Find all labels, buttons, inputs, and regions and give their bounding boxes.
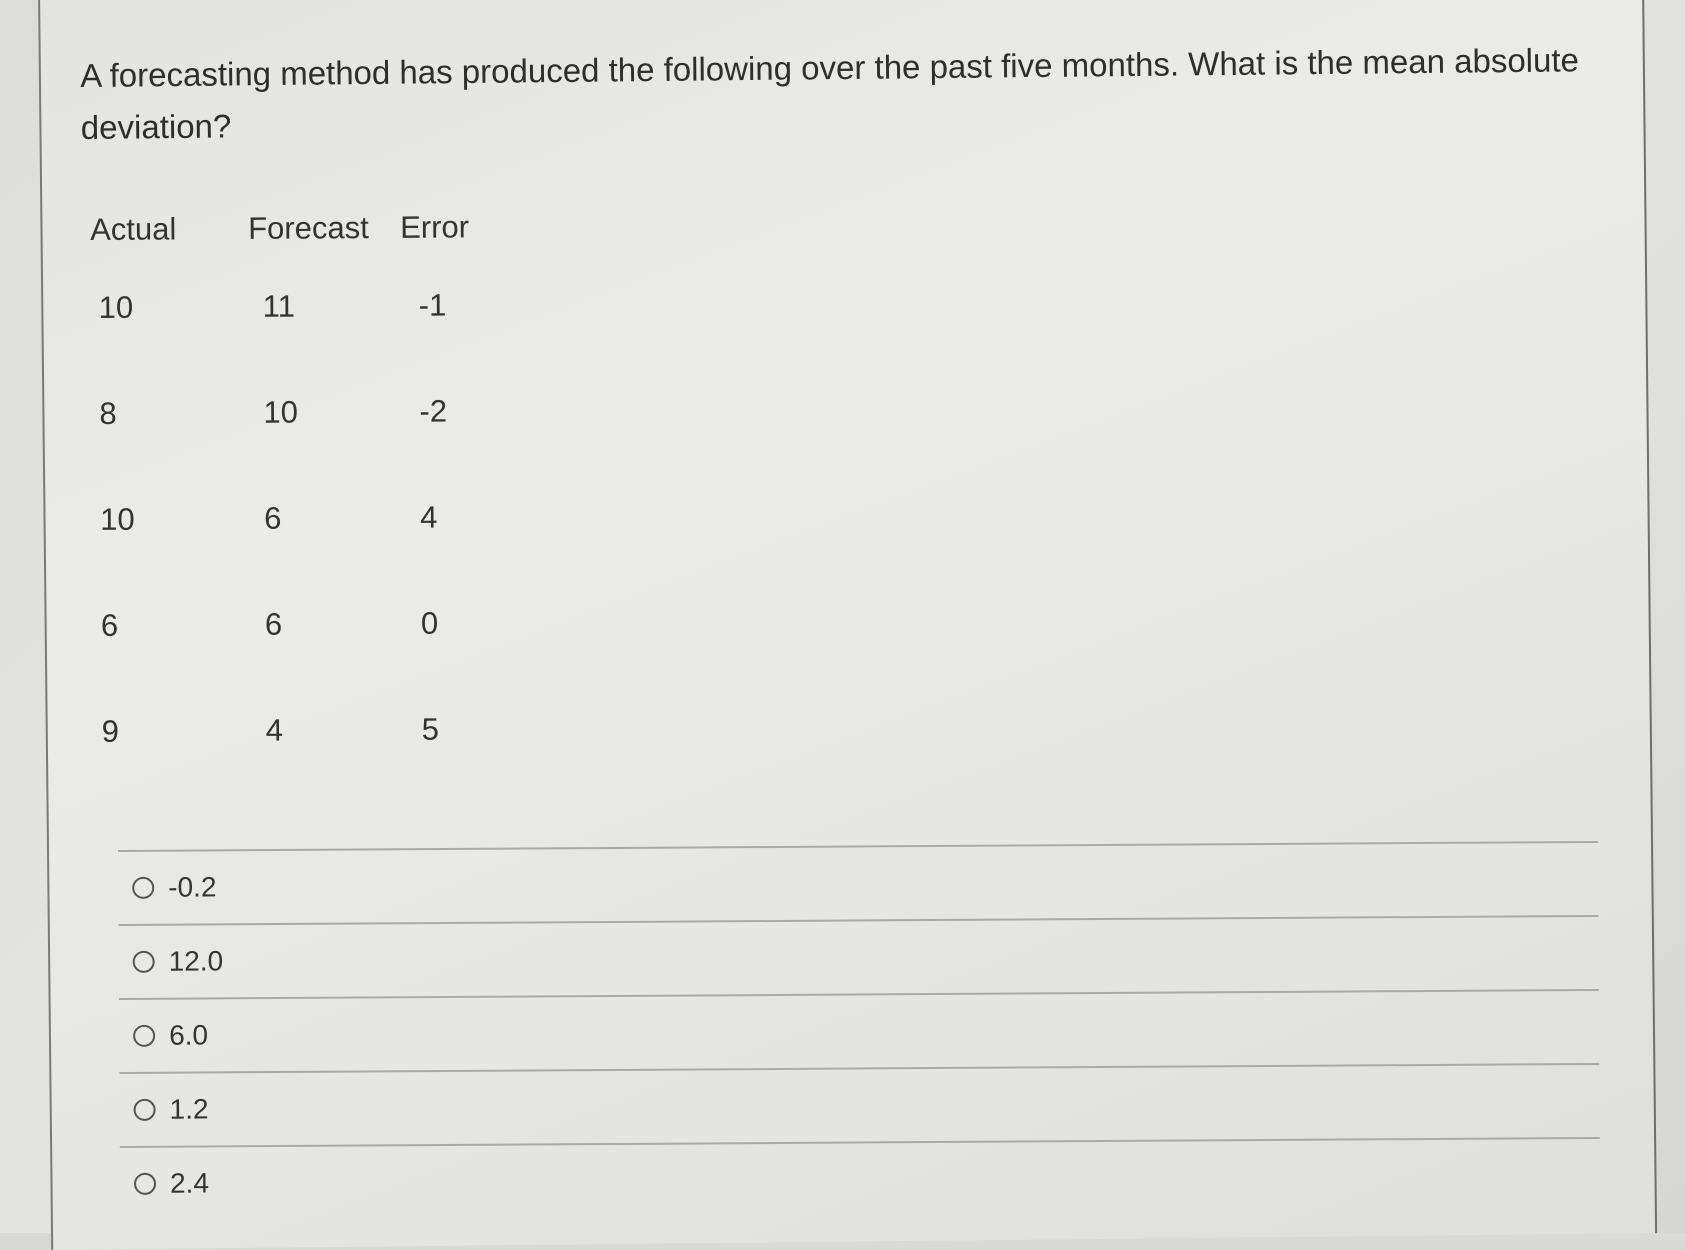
radio-button-icon[interactable] bbox=[133, 1172, 157, 1195]
option-label[interactable]: 2.4 bbox=[170, 1167, 209, 1199]
table-row: 10 11 -1 bbox=[90, 252, 501, 361]
answer-option[interactable]: 1.2 bbox=[119, 1065, 1599, 1146]
option-label[interactable]: 6.0 bbox=[169, 1019, 208, 1051]
question-text: A forecasting method has produced the fo… bbox=[80, 41, 1580, 146]
actual-value: 9 bbox=[101, 713, 120, 749]
answer-option[interactable]: 12.0 bbox=[118, 917, 1598, 998]
forecast-value: 6 bbox=[264, 606, 283, 642]
forecast-value: 11 bbox=[262, 288, 296, 324]
error-value: -1 bbox=[418, 287, 447, 323]
table-row: 6 6 0 bbox=[93, 570, 504, 679]
header-forecast: Forecast bbox=[248, 210, 369, 246]
answer-option[interactable]: 2.4 bbox=[120, 1139, 1600, 1220]
option-label[interactable]: -0.2 bbox=[168, 871, 216, 903]
actual-value: 10 bbox=[100, 501, 135, 537]
option-label[interactable]: 12.0 bbox=[169, 945, 224, 977]
table-row: 10 6 4 bbox=[92, 464, 503, 573]
header-error: Error bbox=[400, 209, 470, 245]
answer-option[interactable]: 6.0 bbox=[119, 991, 1599, 1072]
header-actual: Actual bbox=[90, 211, 177, 247]
error-value: 4 bbox=[420, 499, 438, 535]
table-header-row: Actual Forecast Error bbox=[90, 202, 500, 255]
error-value: 0 bbox=[420, 605, 439, 641]
option-label[interactable]: 1.2 bbox=[169, 1093, 208, 1125]
forecast-value: 4 bbox=[265, 712, 284, 748]
answer-options: -0.2 12.0 6.0 1.2 2.4 bbox=[118, 840, 1600, 1220]
actual-value: 8 bbox=[99, 395, 117, 431]
radio-button-icon[interactable] bbox=[132, 876, 155, 899]
radio-button-icon[interactable] bbox=[133, 1098, 156, 1121]
forecast-value: 10 bbox=[263, 394, 299, 430]
error-value: 5 bbox=[421, 711, 440, 747]
actual-value: 6 bbox=[100, 607, 119, 643]
forecast-value: 6 bbox=[264, 500, 282, 536]
actual-value: 10 bbox=[98, 289, 134, 325]
error-value: -2 bbox=[419, 393, 448, 429]
data-table: Actual Forecast Error 10 11 -1 8 10 -2 1… bbox=[90, 202, 504, 785]
table-row: 8 10 -2 bbox=[91, 358, 502, 467]
radio-button-icon[interactable] bbox=[132, 950, 155, 973]
radio-button-icon[interactable] bbox=[133, 1024, 156, 1047]
table-row: 9 4 5 bbox=[93, 676, 504, 785]
answer-option[interactable]: -0.2 bbox=[118, 843, 1598, 924]
